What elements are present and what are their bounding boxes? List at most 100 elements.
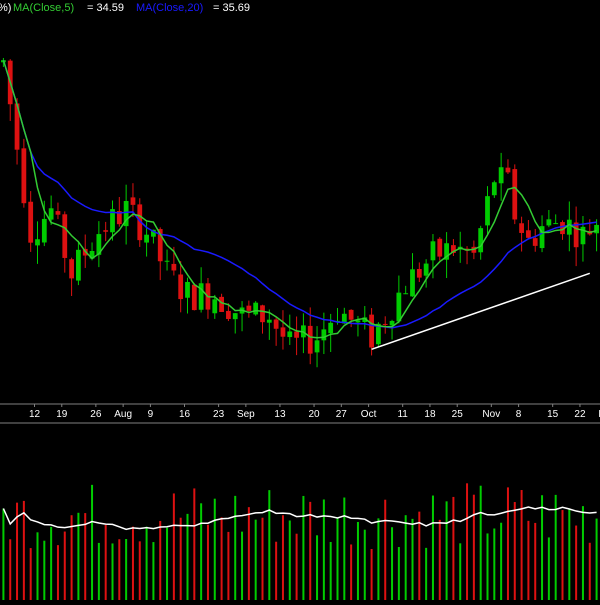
candle-body	[76, 249, 81, 281]
volume-bar	[84, 513, 87, 600]
x-tick-label: 15	[547, 409, 559, 420]
candle	[239, 301, 245, 332]
candle-body	[260, 305, 265, 323]
candle	[341, 307, 347, 324]
candle-body	[573, 222, 579, 248]
candle-body	[219, 296, 224, 312]
volume-bar	[302, 495, 305, 600]
candle-body	[348, 309, 354, 320]
candle-body	[21, 148, 27, 204]
volume-bar	[493, 528, 496, 600]
candle	[205, 278, 211, 319]
volume-bar	[309, 501, 312, 600]
candle	[389, 319, 395, 340]
candle-body	[328, 322, 334, 334]
candle	[437, 237, 443, 261]
candle-body	[532, 238, 538, 246]
volume-bar	[520, 490, 523, 600]
candle	[546, 210, 552, 228]
x-tick-label: Sep	[237, 409, 255, 420]
volume-bar	[513, 502, 516, 600]
volume-bar	[452, 496, 455, 600]
candle	[314, 326, 320, 368]
candle	[178, 261, 184, 313]
legend-ma-slow-value: = 35.69	[213, 2, 250, 14]
volume-bar	[145, 526, 148, 600]
candle	[485, 186, 490, 236]
candle-body	[321, 329, 327, 341]
candle	[185, 277, 190, 314]
candle-body	[280, 327, 286, 337]
ma-slow-line	[2, 59, 597, 329]
candle	[491, 180, 497, 198]
legend-ma-slow-label: MA(Close,20)	[136, 2, 203, 14]
volume-bar	[241, 531, 244, 600]
volume-bar	[220, 517, 223, 600]
volume-bar	[459, 543, 462, 600]
candle	[164, 249, 170, 271]
candle-body	[423, 263, 429, 276]
x-tick-label: 23	[213, 409, 225, 420]
volume-bars-layer	[2, 483, 598, 600]
stock-chart: %) MA(Close,5) = 34.59 MA(Close,20) = 35…	[0, 0, 600, 600]
candle-body	[307, 325, 313, 354]
volume-bar	[595, 518, 598, 600]
volume-bar	[36, 532, 39, 600]
candle-body	[396, 292, 402, 322]
candle-body	[185, 281, 190, 298]
x-axis: 12 19 26 Aug 9 16 23 Sep 13 20 27 Oct 11 18 25 Nov 8 15 22…	[29, 404, 600, 420]
candle	[573, 206, 579, 267]
candle	[594, 219, 599, 252]
candle-body	[253, 302, 259, 315]
volume-bar	[56, 545, 59, 600]
candle-body	[273, 319, 279, 329]
volume-bar	[336, 518, 339, 600]
volume-bar	[200, 503, 203, 600]
x-tick-label: 16	[179, 409, 191, 420]
candle	[532, 228, 538, 252]
x-tick-label: 8	[516, 409, 522, 420]
volume-bar	[322, 499, 325, 600]
candle	[28, 191, 34, 252]
volume-bar	[254, 519, 257, 600]
volume-bar	[431, 495, 434, 600]
candle-body	[48, 208, 54, 220]
trendline	[371, 272, 591, 351]
candle-body	[226, 310, 231, 319]
volume-bar	[363, 529, 366, 600]
volume-bar	[541, 495, 544, 600]
candle-body	[41, 218, 47, 243]
candle-body	[144, 234, 149, 243]
volume-bar	[425, 547, 428, 600]
volume-bar	[172, 493, 175, 600]
volume-bar	[206, 524, 209, 600]
volume-bar	[111, 543, 114, 600]
volume-bar	[193, 488, 196, 600]
volume-bar	[575, 525, 578, 600]
volume-bar	[91, 484, 94, 600]
candle	[62, 211, 68, 273]
x-tick-label: Oct	[361, 409, 377, 420]
volume-bar	[588, 542, 591, 600]
volume-bar	[234, 495, 237, 600]
volume-bar	[370, 548, 373, 600]
candle-body	[294, 331, 299, 338]
candle-body	[594, 224, 599, 234]
candle-body	[164, 260, 170, 262]
candle	[553, 214, 559, 225]
candle	[498, 152, 504, 201]
volume-bar	[568, 508, 571, 600]
volume-bar	[350, 544, 353, 600]
candle	[396, 275, 402, 324]
candle	[580, 216, 586, 262]
ma-fast-line	[2, 59, 597, 339]
volume-bar	[445, 501, 448, 600]
candle	[96, 221, 102, 268]
volume-bar	[438, 519, 441, 600]
x-tick-label: 11	[397, 409, 408, 420]
volume-bar	[295, 533, 298, 600]
volume-bar	[411, 518, 414, 600]
volume-bar	[479, 485, 482, 600]
candle-body	[553, 223, 559, 225]
candle-body	[410, 269, 415, 297]
